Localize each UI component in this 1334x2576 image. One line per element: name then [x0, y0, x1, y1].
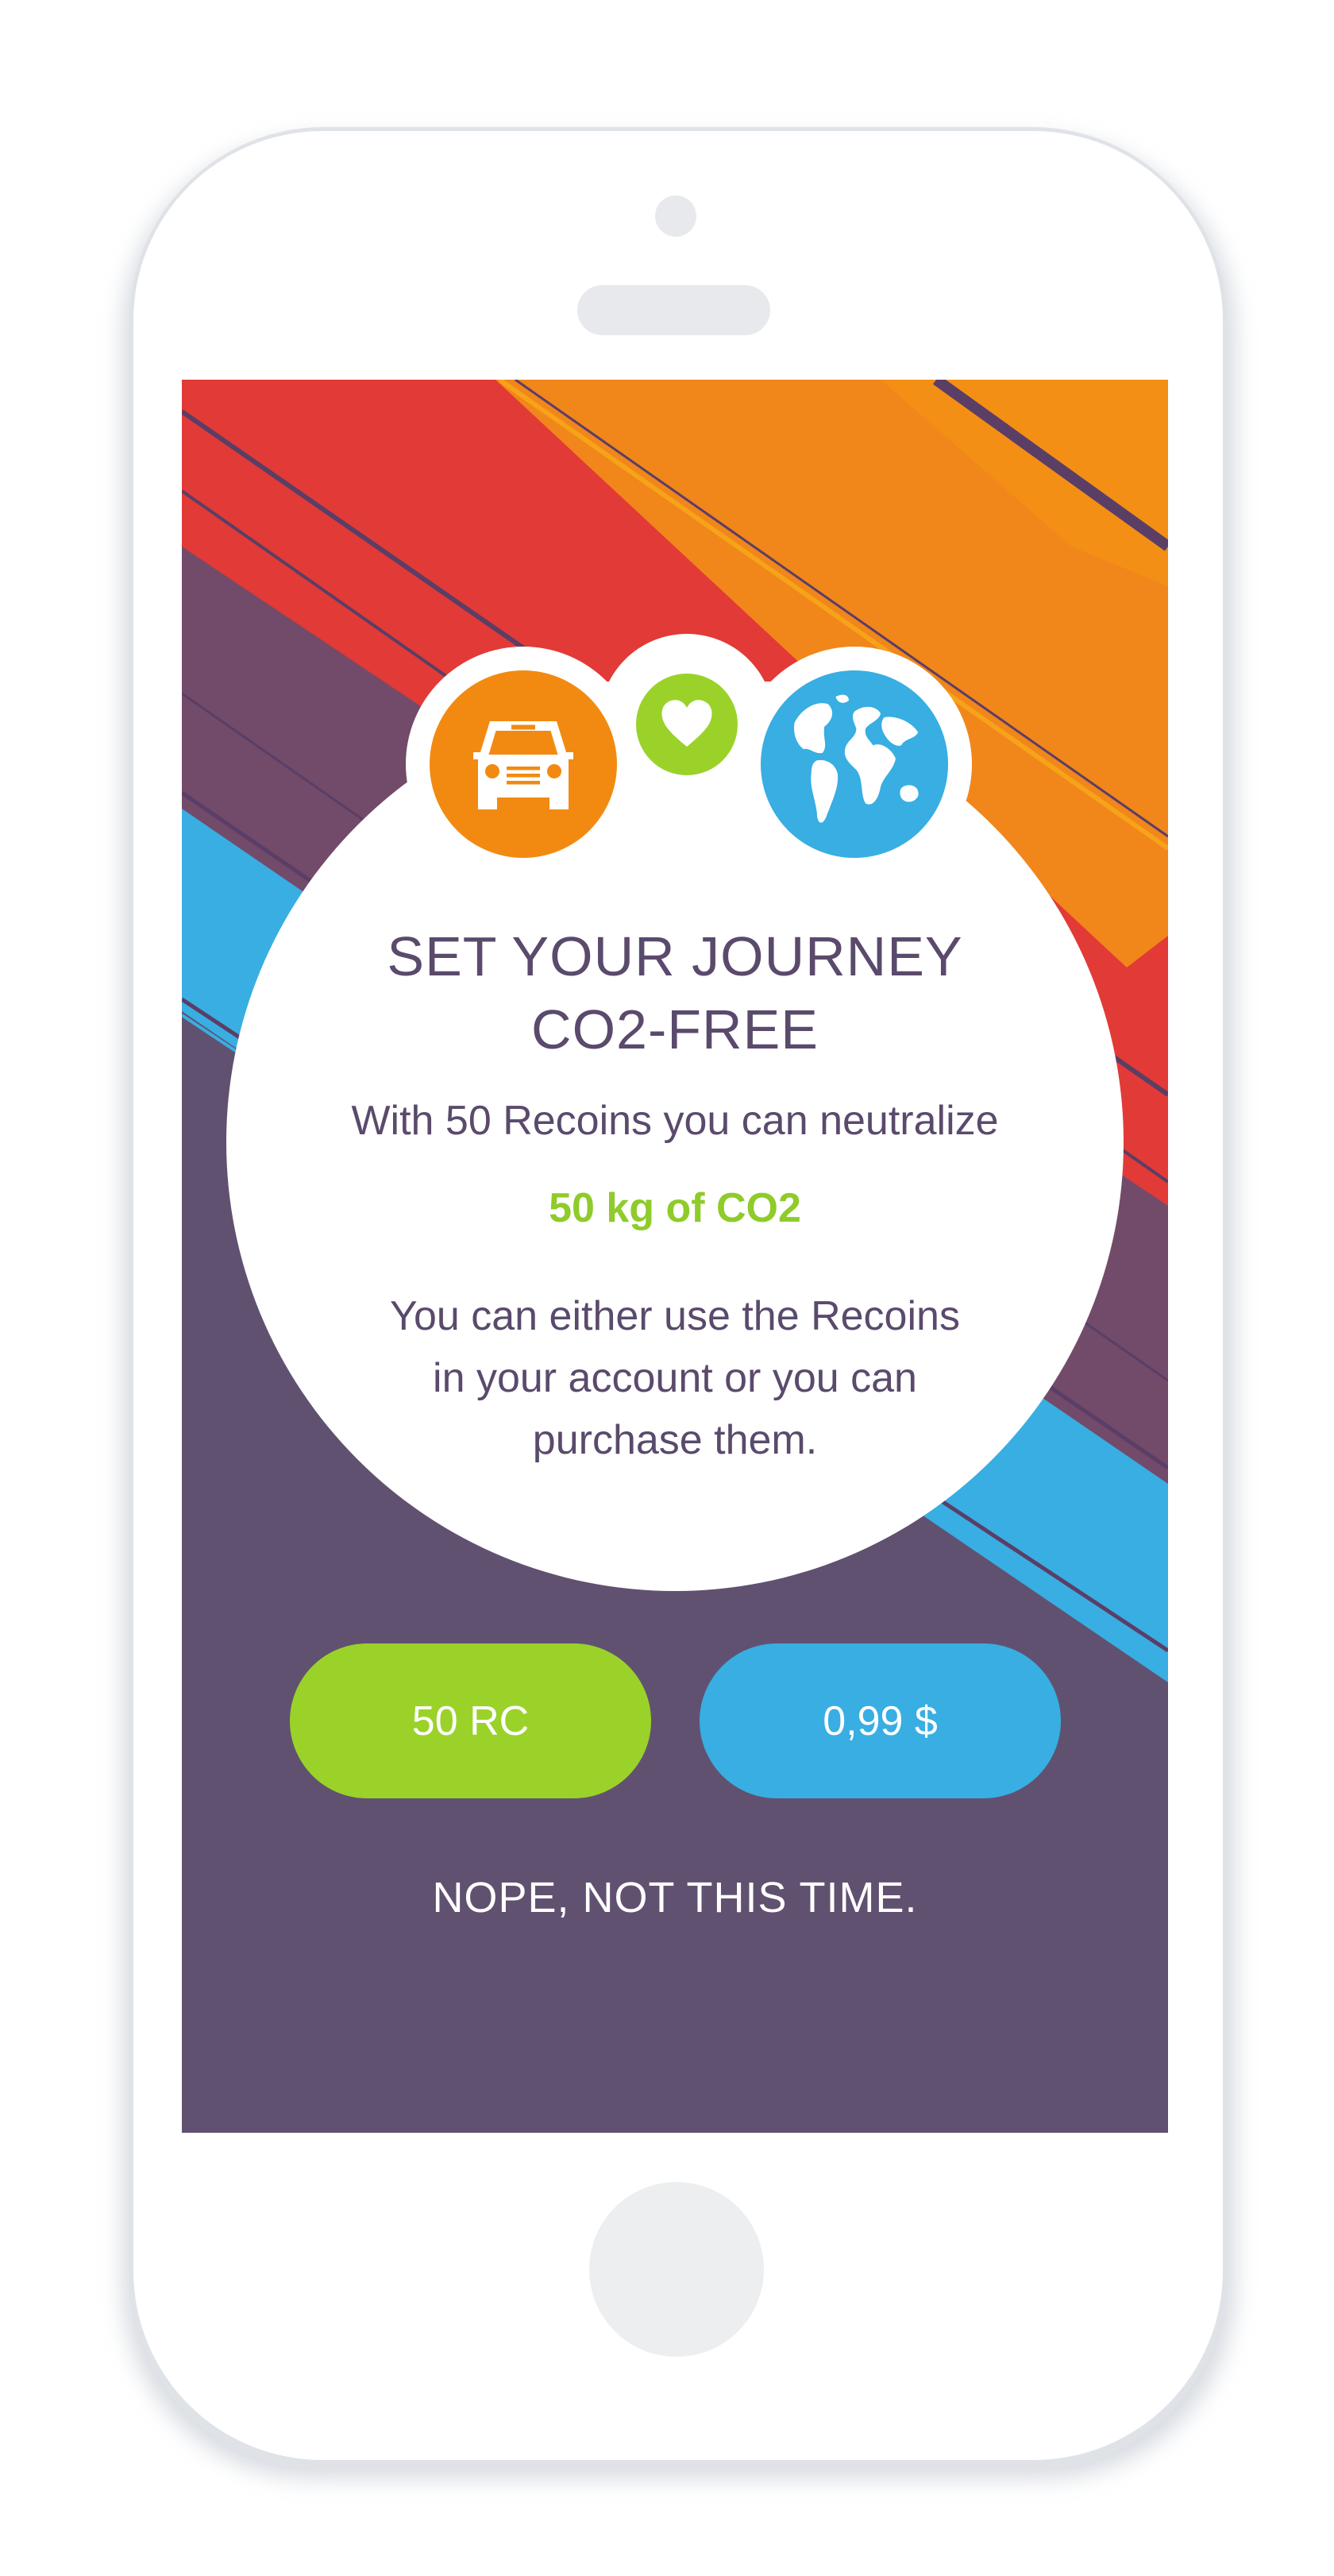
co2-amount: 50 kg of CO2: [549, 1185, 801, 1231]
dialog-card: [226, 634, 1124, 1591]
front-camera: [655, 195, 696, 237]
dialog-note-line-2: in your account or you can: [433, 1355, 917, 1401]
dialog-title-line-1: SET YOUR JOURNEY: [387, 925, 963, 987]
globe-icon: [761, 670, 948, 858]
earpiece-speaker: [577, 285, 770, 335]
dialog-note-line-3: purchase them.: [532, 1417, 818, 1463]
dialog-title-line-2: CO2-FREE: [531, 998, 819, 1060]
dialog-note-line-1: You can either use the Recoins: [390, 1293, 960, 1339]
heart-icon: [636, 674, 738, 775]
decline-link[interactable]: NOPE, NOT THIS TIME.: [357, 1873, 993, 1922]
pay-with-recoins-button[interactable]: 50 RC: [290, 1643, 651, 1798]
car-icon: [430, 670, 617, 858]
dialog-note: You can either use the Recoins in your a…: [357, 1285, 993, 1471]
device-mockup: SET YOUR JOURNEY CO2-FREE With 50 Recoin…: [0, 0, 1334, 2576]
dialog-description: With 50 Recoins you can neutralize: [351, 1098, 999, 1144]
dialog-title: SET YOUR JOURNEY CO2-FREE: [341, 920, 1009, 1066]
purchase-button[interactable]: 0,99 $: [700, 1643, 1061, 1798]
app-screen: SET YOUR JOURNEY CO2-FREE With 50 Recoin…: [182, 380, 1168, 2133]
home-button[interactable]: [589, 2182, 764, 2357]
